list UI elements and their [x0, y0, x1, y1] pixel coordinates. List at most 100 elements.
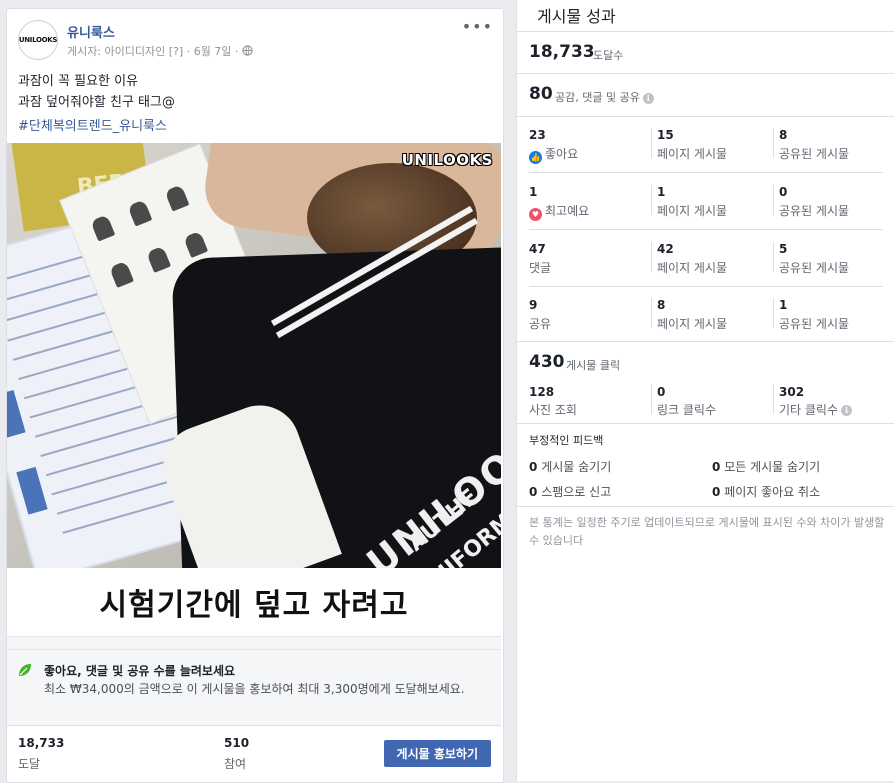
hide-post-value: 0	[529, 460, 538, 474]
post-meta: 게시자: 아이디디자인 [?] · 6월 7일 ·	[67, 43, 253, 59]
divider	[773, 298, 774, 328]
shares-shared: 1	[779, 298, 788, 312]
page-avatar[interactable]: UNILOOKS	[18, 20, 58, 60]
likes-shared-label: 공유된 게시물	[779, 147, 850, 161]
post-meta-text[interactable]: 게시자: 아이디디자인 [?] · 6월 7일 ·	[67, 45, 242, 58]
page-name-link[interactable]: 유니룩스	[67, 22, 115, 41]
likes-shared: 8	[779, 128, 788, 142]
unlike-page-label: 페이지 좋아요 취소	[724, 485, 821, 499]
comments-on-page: 42	[657, 242, 674, 256]
engagement-label: 참여	[224, 757, 247, 771]
love-shared-label: 공유된 게시물	[779, 204, 850, 218]
report-spam-value: 0	[529, 485, 538, 499]
comments-shared-label: 공유된 게시물	[779, 261, 850, 275]
divider	[773, 242, 774, 272]
link-clicks-label: 링크 클릭수	[657, 403, 717, 417]
hashtag-link[interactable]: #단체복의트렌드_유니룩스	[18, 115, 167, 134]
divider	[517, 73, 894, 74]
divider	[651, 185, 652, 215]
post-text-line-2: 과잠 덮어줘야할 친구 태그@	[18, 95, 175, 110]
divider	[517, 506, 894, 507]
avatar-logo-text: UNILOOKS	[18, 36, 58, 44]
shares-label: 공유	[529, 317, 552, 331]
comments-label: 댓글	[529, 261, 552, 275]
info-icon[interactable]: i	[841, 405, 853, 416]
link-clicks-value: 0	[657, 385, 666, 399]
divider	[529, 172, 883, 173]
report-spam-label: 스팸으로 신고	[541, 485, 612, 499]
post-clicks-total: 430	[529, 352, 565, 372]
post-insights-panel: 게시물 성과 18,733 도달수 80 공감, 댓글 및 공유 i 23 👍 좋아…	[516, 0, 894, 781]
love-on-page: 1	[657, 185, 666, 199]
like-icon: 👍	[529, 151, 542, 164]
post-photo[interactable]: BERUT UNILOOKS AUTHE UNIFORM UNILOOKS	[7, 143, 501, 568]
comments-on-page-label: 페이지 게시물	[657, 261, 728, 275]
engagement-label-text: 공감, 댓글 및 공유	[555, 91, 640, 104]
shares-on-page: 8	[657, 298, 666, 312]
comments-total: 47	[529, 242, 546, 256]
other-clicks-label: 기타 클릭수 i	[779, 401, 853, 418]
engagement-value: 510	[224, 736, 250, 750]
love-label: ♥ 최고예요	[529, 202, 589, 221]
unlike-page-stat: 0 페이지 좋아요 취소	[712, 483, 820, 500]
engagement-total: 80	[529, 84, 553, 104]
divider	[773, 185, 774, 215]
love-on-page-label: 페이지 게시물	[657, 204, 728, 218]
likes-on-page-label: 페이지 게시물	[657, 147, 728, 161]
reach-value: 18,733	[18, 736, 65, 750]
photo-views-value: 128	[529, 385, 555, 399]
divider	[517, 423, 894, 424]
shares-shared-label: 공유된 게시물	[779, 317, 850, 331]
globe-icon	[242, 45, 253, 58]
other-clicks-value: 302	[779, 385, 805, 399]
divider	[651, 128, 652, 158]
hide-all-posts-stat: 0 모든 게시물 숨기기	[712, 458, 820, 475]
promo-title: 좋아요, 댓글 및 공유 수를 늘려보세요	[44, 664, 236, 678]
likes-on-page: 15	[657, 128, 674, 142]
divider	[773, 128, 774, 158]
likes-total: 23	[529, 128, 546, 142]
boost-post-button[interactable]: 게시물 홍보하기	[383, 740, 491, 767]
photo-views-label: 사진 조회	[529, 403, 577, 417]
report-spam-stat: 0 스팸으로 신고	[529, 483, 611, 500]
negative-feedback-title: 부정적인 피드백	[529, 434, 604, 447]
likes-label-text: 좋아요	[545, 147, 579, 161]
promo-description: 최소 ₩34,000의 금액으로 이 게시물을 홍보하여 최대 3,300명에게…	[44, 682, 465, 696]
reach-label: 도달	[18, 757, 41, 771]
post-text-line-1: 과잠이 꼭 필요한 이유	[18, 74, 139, 89]
more-options-icon[interactable]: •••	[462, 17, 493, 36]
love-total: 1	[529, 185, 538, 199]
engagement-total-label: 공감, 댓글 및 공유 i	[555, 89, 654, 105]
shares-total: 9	[529, 298, 538, 312]
divider	[7, 636, 501, 650]
leaf-icon	[17, 662, 33, 682]
divider	[517, 341, 894, 342]
post-card: UNILOOKS 유니룩스 게시자: 아이디디자인 [?] · 6월 7일 · …	[6, 8, 504, 783]
divider	[651, 242, 652, 272]
divider	[529, 229, 883, 230]
divider	[773, 384, 774, 414]
love-shared: 0	[779, 185, 788, 199]
hide-all-posts-value: 0	[712, 460, 721, 474]
likes-label: 👍 좋아요	[529, 145, 578, 164]
photo-caption: 시험기간에 덮고 자려고	[7, 568, 501, 636]
photo-watermark: UNILOOKS	[401, 151, 493, 169]
divider	[517, 116, 894, 117]
comments-shared: 5	[779, 242, 788, 256]
love-label-text: 최고예요	[545, 204, 590, 218]
boost-promo: 좋아요, 댓글 및 공유 수를 늘려보세요 최소 ₩34,000의 금액으로 이…	[7, 649, 501, 726]
post-clicks-label: 게시물 클릭	[566, 359, 621, 372]
insights-title: 게시물 성과	[537, 7, 616, 26]
love-icon: ♥	[529, 208, 542, 221]
divider	[529, 286, 883, 287]
reach-total: 18,733	[529, 42, 595, 62]
unlike-page-value: 0	[712, 485, 721, 499]
insights-footnote: 본 통계는 일정한 주기로 업데이트되므로 게시물에 표시된 수와 차이가 발생…	[529, 516, 885, 547]
post-stats-bar: 18,733 도달 510 참여 게시물 홍보하기	[7, 725, 501, 782]
other-clicks-label-text: 기타 클릭수	[779, 403, 839, 417]
divider	[651, 298, 652, 328]
shares-on-page-label: 페이지 게시물	[657, 317, 728, 331]
info-icon[interactable]: i	[642, 92, 654, 104]
hide-all-posts-label: 모든 게시물 숨기기	[724, 460, 821, 474]
hide-post-stat: 0 게시물 숨기기	[529, 458, 611, 475]
